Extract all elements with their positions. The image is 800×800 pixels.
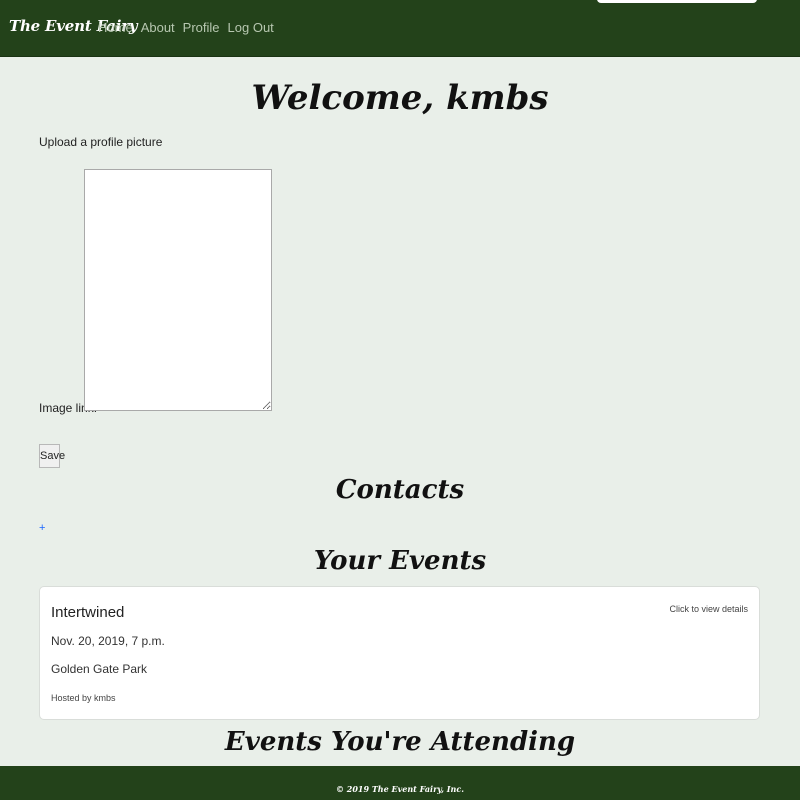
- event-date: Nov. 20, 2019, 7 p.m.: [51, 634, 165, 648]
- event-card[interactable]: Intertwined Click to view details Nov. 2…: [39, 586, 760, 720]
- top-navbar: The Event Fairy Home About Profile Log O…: [0, 0, 800, 57]
- nav-profile-link[interactable]: Profile: [183, 20, 220, 35]
- event-host: Hosted by kmbs: [51, 693, 116, 703]
- nav-home-link[interactable]: Home: [98, 20, 133, 35]
- nav-about-link[interactable]: About: [141, 20, 175, 35]
- contacts-heading: Contacts: [335, 475, 465, 505]
- image-link-textarea[interactable]: [84, 169, 272, 411]
- nav-logout-link[interactable]: Log Out: [228, 20, 274, 35]
- event-location: Golden Gate Park: [51, 662, 148, 676]
- attending-heading: Events You're Attending: [224, 727, 576, 757]
- nav-links: Home About Profile Log Out: [98, 20, 274, 35]
- welcome-heading: Welcome, kmbs: [251, 78, 549, 118]
- save-button[interactable]: Save: [39, 444, 65, 468]
- footer: © 2019 The Event Fairy, Inc.: [0, 766, 800, 800]
- your-events-heading: Your Events: [313, 546, 487, 576]
- event-name: Intertwined: [51, 604, 125, 621]
- view-details-hint: Click to view details: [669, 604, 748, 614]
- upload-picture-label: Upload a profile picture: [39, 135, 163, 149]
- copyright-text: © 2019 The Event Fairy, Inc.: [336, 784, 464, 794]
- search-input[interactable]: [597, 0, 757, 3]
- add-contact-link[interactable]: +: [39, 522, 45, 534]
